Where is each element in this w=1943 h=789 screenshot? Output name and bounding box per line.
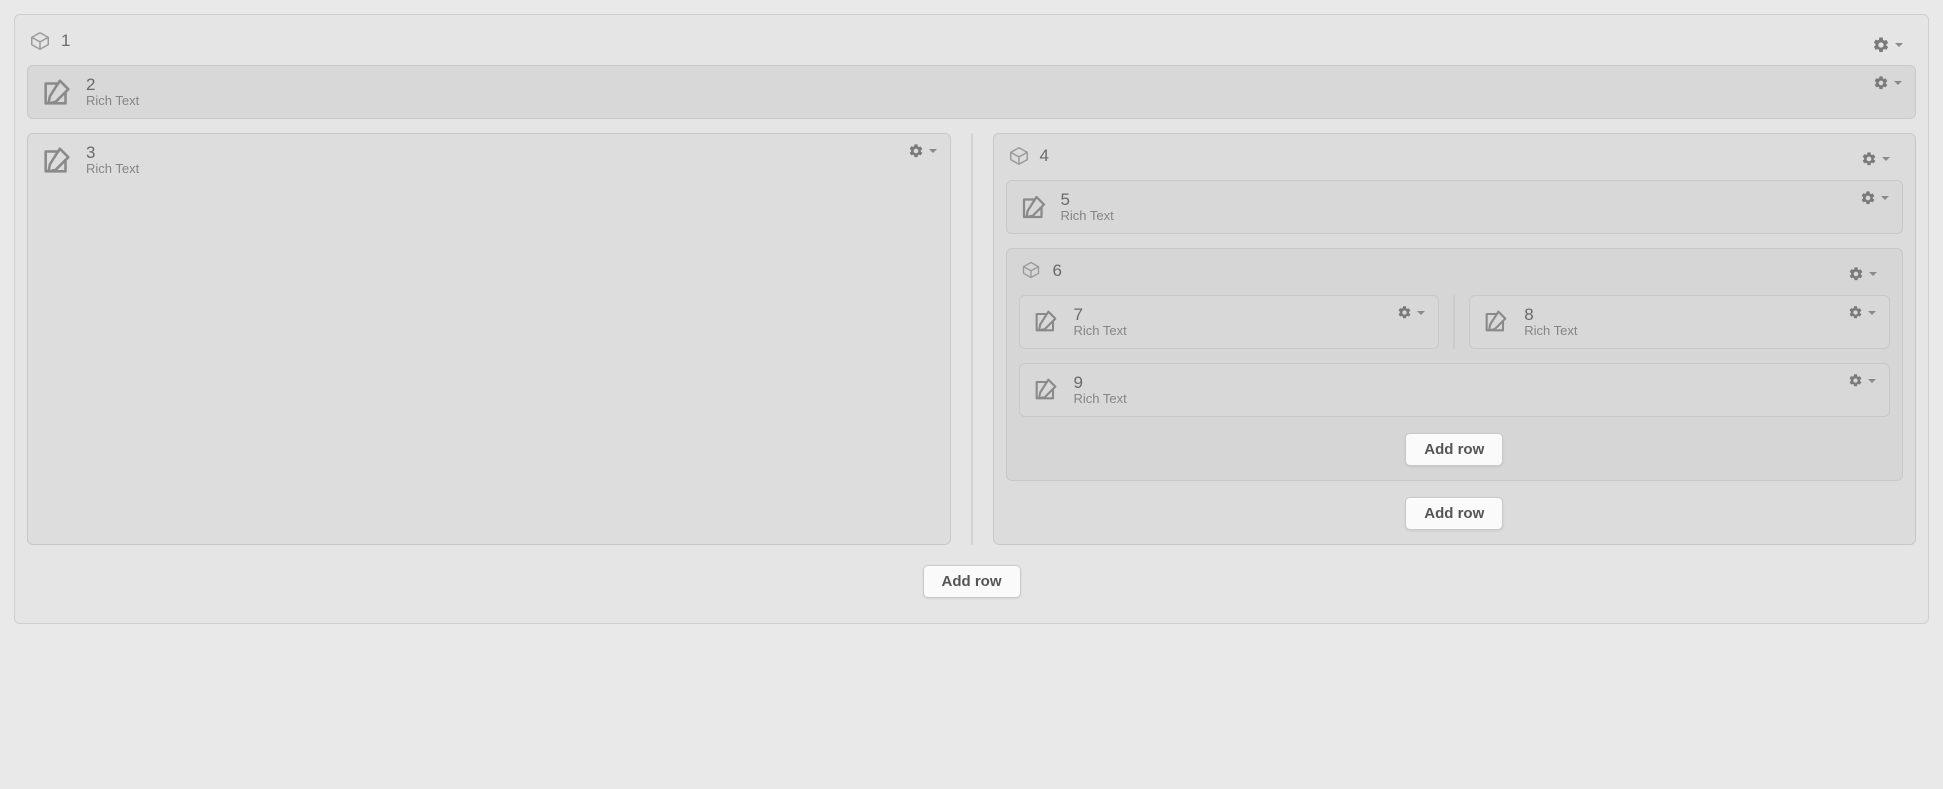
edit-icon	[1019, 192, 1049, 222]
rich-text-8-label: 8	[1524, 305, 1577, 325]
rich-text-3-type: Rich Text	[86, 162, 139, 177]
add-row-button-4[interactable]: Add row	[1405, 497, 1503, 530]
edit-icon	[40, 143, 74, 177]
rich-text-7[interactable]: 7 Rich Text	[1019, 295, 1440, 349]
rich-text-8[interactable]: 8 Rich Text	[1469, 295, 1890, 349]
edit-icon	[1482, 307, 1512, 337]
edit-icon	[1032, 307, 1062, 337]
rich-text-2[interactable]: 2 Rich Text	[27, 65, 1916, 119]
rich-text-3-settings[interactable]	[904, 140, 942, 162]
container-1-label: 1	[61, 31, 70, 51]
container-6[interactable]: 6	[1006, 248, 1904, 481]
rich-text-5-label: 5	[1061, 190, 1114, 210]
rich-text-2-label: 2	[86, 75, 139, 95]
column-divider[interactable]	[969, 133, 975, 545]
container-4-settings[interactable]	[1857, 148, 1895, 170]
rich-text-9-type: Rich Text	[1074, 392, 1127, 407]
rich-text-2-settings[interactable]	[1869, 72, 1907, 94]
rich-text-8-settings[interactable]	[1844, 302, 1881, 323]
rich-text-5-settings[interactable]	[1856, 187, 1894, 209]
rich-text-7-settings[interactable]	[1393, 302, 1430, 323]
rich-text-3[interactable]: 3 Rich Text	[27, 133, 951, 545]
add-row-button-1[interactable]: Add row	[923, 565, 1021, 598]
rich-text-9-label: 9	[1074, 373, 1127, 393]
rich-text-5[interactable]: 5 Rich Text	[1006, 180, 1904, 234]
container-1-settings[interactable]	[1868, 33, 1908, 57]
rich-text-9[interactable]: 9 Rich Text	[1019, 363, 1891, 417]
cube-icon	[1008, 145, 1030, 167]
container-4-label: 4	[1040, 146, 1049, 166]
rich-text-8-type: Rich Text	[1524, 324, 1577, 339]
container-1[interactable]: 1 2 Rich Text	[14, 14, 1929, 624]
rich-text-9-settings[interactable]	[1844, 370, 1881, 391]
column-divider[interactable]	[1451, 295, 1457, 349]
edit-icon	[40, 75, 74, 109]
rich-text-5-type: Rich Text	[1061, 209, 1114, 224]
container-6-settings[interactable]	[1844, 263, 1882, 285]
rich-text-7-label: 7	[1074, 305, 1127, 325]
rich-text-7-type: Rich Text	[1074, 324, 1127, 339]
edit-icon	[1032, 375, 1062, 405]
cube-icon	[1021, 260, 1043, 282]
rich-text-3-label: 3	[86, 143, 139, 163]
container-6-label: 6	[1053, 261, 1062, 281]
add-row-button-6[interactable]: Add row	[1405, 433, 1503, 466]
rich-text-2-type: Rich Text	[86, 94, 139, 109]
cube-icon	[29, 30, 51, 52]
container-4[interactable]: 4 5 Rich T	[993, 133, 1917, 545]
